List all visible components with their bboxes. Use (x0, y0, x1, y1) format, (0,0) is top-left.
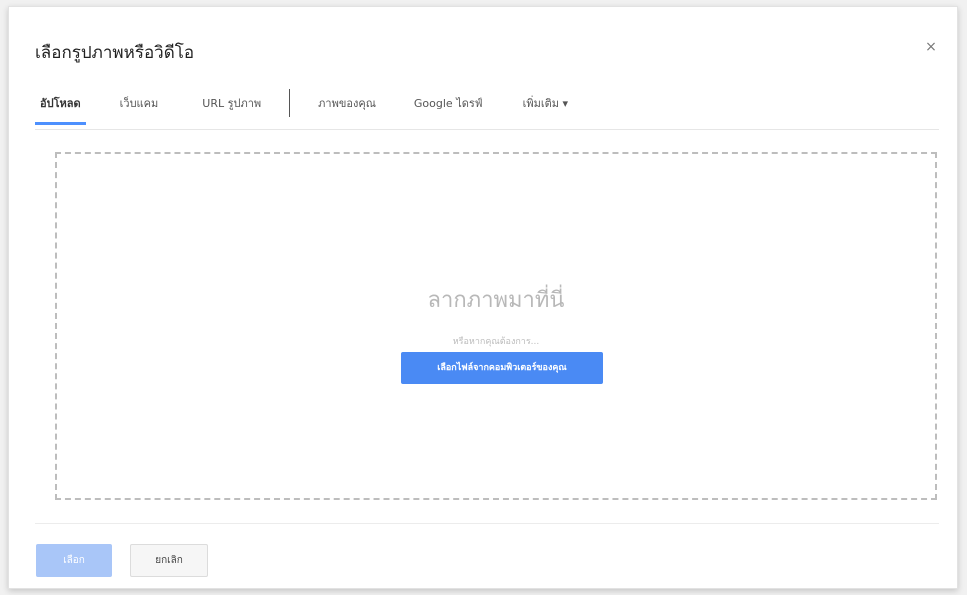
tab-image-url[interactable]: URL รูปภาพ (202, 93, 261, 125)
drop-zone[interactable]: ลากภาพมาที่นี่ หรือหากคุณต้องการ... เลือ… (55, 152, 937, 500)
drop-zone-or-text: หรือหากคุณต้องการ... (452, 337, 540, 347)
tab-your-images[interactable]: ภาพของคุณ (318, 93, 376, 125)
tab-bar-divider (35, 129, 939, 130)
tab-google-drive[interactable]: Google ไดรฟ์ (414, 93, 483, 125)
dialog-title: เลือกรูปภาพหรือวิดีโอ (35, 43, 195, 63)
tab-webcam[interactable]: เว็บแคม (120, 93, 159, 125)
footer-divider (35, 523, 939, 524)
image-picker-dialog: เลือกรูปภาพหรือวิดีโอ × อัปโหลด เว็บแคม … (8, 6, 958, 589)
cancel-button[interactable]: ยกเลิก (130, 544, 208, 577)
tab-divider (289, 89, 291, 117)
close-icon[interactable]: × (921, 37, 941, 57)
tab-upload[interactable]: อัปโหลด (35, 93, 86, 125)
tab-bar: อัปโหลด เว็บแคม URL รูปภาพ ภาพของคุณ Goo… (35, 89, 568, 127)
drop-zone-heading: ลากภาพมาที่นี่ (427, 288, 565, 313)
choose-file-button[interactable]: เลือกไฟล์จากคอมพิวเตอร์ของคุณ (401, 352, 603, 384)
select-button[interactable]: เลือก (36, 544, 112, 577)
tab-more[interactable]: เพิ่มเติม ▾ (523, 93, 568, 125)
